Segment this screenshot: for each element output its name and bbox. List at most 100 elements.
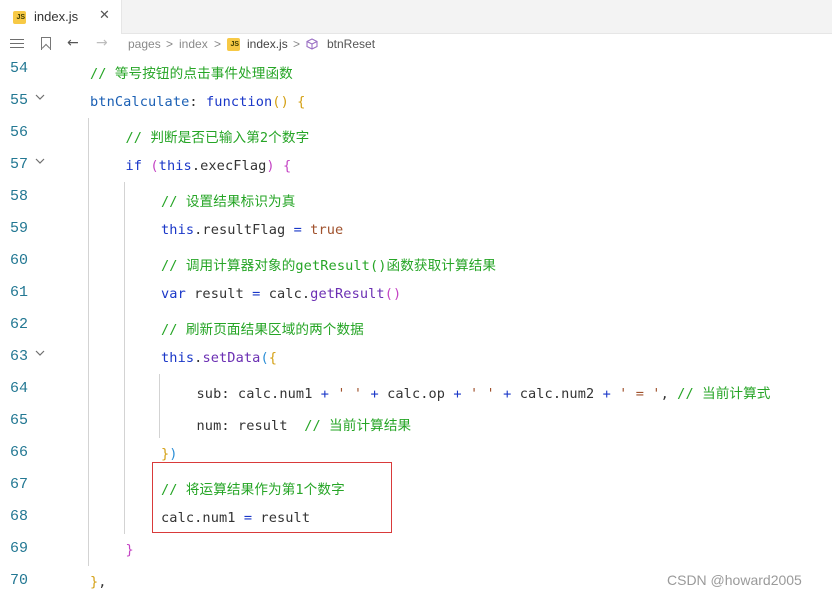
code-token: function — [206, 94, 273, 110]
indent-guide — [88, 406, 89, 438]
code-token: btnCalculate — [90, 94, 190, 110]
indent-guide — [123, 438, 125, 470]
code-line[interactable]: 59 this.resultFlag = true — [0, 214, 832, 246]
code-line[interactable]: 58 // 设置结果标识为真 — [0, 182, 832, 214]
indent-guide — [123, 182, 125, 214]
code-token: sub: calc.num1 — [196, 386, 321, 402]
tab-label: index.js — [34, 9, 79, 24]
breadcrumb-method[interactable]: btnReset — [327, 36, 375, 52]
code-token: { — [268, 350, 278, 366]
code-text: } — [126, 542, 134, 558]
indent-guide — [123, 342, 125, 374]
code-token: ( — [260, 350, 269, 366]
code-comment: // 判断是否已输入第2个数字 — [125, 130, 310, 146]
code-line[interactable]: 67// 将运算结果作为第1个数字 — [0, 470, 832, 502]
code-token: var — [161, 286, 186, 302]
fold-chevron-icon[interactable] — [34, 347, 46, 359]
bookmark-icon[interactable] — [41, 37, 51, 50]
code-token: if — [125, 158, 143, 174]
code-comment: // 调用计算器对象的getResult()函数获取计算结果 — [161, 258, 497, 274]
breadcrumb-pages[interactable]: pages — [128, 36, 161, 52]
indent-guide — [123, 278, 125, 310]
tab-index-js[interactable]: JS index.js ✕ — [0, 0, 122, 34]
code-line[interactable]: 66}) — [0, 438, 832, 470]
code-text: // 刷新页面结果区域的两个数据 — [161, 318, 364, 338]
line-number: 63 — [9, 348, 28, 365]
breadcrumb-file[interactable]: index.js — [247, 36, 288, 52]
annotation-highlight-box — [152, 462, 392, 533]
code-token: ) — [169, 446, 178, 462]
code-line[interactable]: 62 // 刷新页面结果区域的两个数据 — [0, 310, 832, 342]
code-token: { — [282, 158, 292, 174]
code-line[interactable]: 64 sub: calc.num1 + ' ' + calc.op + ' ' +… — [0, 374, 832, 406]
close-icon[interactable]: ✕ — [99, 8, 110, 23]
javascript-file-icon: JS — [13, 11, 26, 24]
breadcrumb-index[interactable]: index — [179, 36, 208, 52]
indent-guide — [88, 502, 89, 534]
indent-guide — [123, 406, 125, 438]
code-token: this — [161, 350, 195, 366]
code-line[interactable]: 55 btnCalculate: function() { — [0, 86, 832, 118]
code-token: getResult — [310, 286, 385, 302]
code-text: // 调用计算器对象的getResult()函数获取计算结果 — [161, 254, 496, 274]
code-token: , — [660, 386, 678, 402]
code-token: calc. — [260, 286, 311, 302]
code-token: () — [384, 286, 402, 302]
code-comment: // 当前计算式 — [677, 386, 771, 402]
forward-arrow-icon[interactable]: → — [96, 35, 108, 51]
line-number: 64 — [9, 380, 28, 397]
indent-guide — [88, 310, 89, 342]
code-line[interactable]: 61 var result = calc.getResult() — [0, 278, 832, 310]
indent-guide — [88, 438, 89, 470]
code-token: + — [370, 386, 379, 402]
indent-guide — [88, 246, 89, 278]
indent-guide — [88, 278, 89, 310]
code-token: ' = ' — [619, 386, 661, 402]
code-line[interactable]: 68 calc.num1 = result — [0, 502, 832, 534]
indent-guide — [159, 374, 160, 406]
code-token: ' ' — [337, 386, 363, 402]
code-line[interactable]: 54 // 等号按钮的点击事件处理函数 — [0, 54, 832, 86]
code-line[interactable]: 57 if (this.execFlag) { — [0, 150, 832, 182]
code-text: this.setData({ — [161, 350, 277, 366]
code-line[interactable]: 60 // 调用计算器对象的getResult()函数获取计算结果 — [0, 246, 832, 278]
outline-menu-icon[interactable] — [10, 39, 24, 49]
code-token: this — [158, 158, 192, 174]
line-number: 68 — [9, 508, 28, 525]
method-cube-icon — [306, 38, 318, 50]
fold-chevron-icon[interactable] — [34, 91, 46, 103]
code-text: btnCalculate: function() { — [90, 94, 305, 110]
back-arrow-icon[interactable]: ← — [67, 35, 79, 51]
code-token: .resultFlag — [194, 222, 294, 238]
code-text: // 判断是否已输入第2个数字 — [126, 126, 310, 146]
code-editor[interactable]: 54 // 等号按钮的点击事件处理函数 55 btnCalculate: functi… — [0, 54, 832, 597]
code-line[interactable]: 65 num: result // 当前计算结果 — [0, 406, 832, 438]
line-number: 70 — [9, 572, 28, 589]
breadcrumb-bar: ← → pages > index > JS index.js > btnRes… — [0, 34, 832, 54]
indent-guide — [88, 534, 89, 566]
line-number: 59 — [9, 220, 28, 237]
code-line[interactable]: 69} — [0, 534, 832, 566]
code-comment: // 当前计算结果 — [304, 418, 412, 434]
code-text: // 等号按钮的点击事件处理函数 — [90, 62, 293, 82]
indent-guide — [88, 470, 89, 502]
indent-guide — [123, 374, 125, 406]
code-line[interactable]: 56 // 判断是否已输入第2个数字 — [0, 118, 832, 150]
indent-guide — [123, 310, 125, 342]
code-token: () — [272, 94, 289, 110]
line-number: 58 — [9, 188, 28, 205]
line-number: 69 — [9, 540, 28, 557]
fold-chevron-icon[interactable] — [34, 155, 46, 167]
code-token: ) — [266, 158, 275, 174]
code-text: num: result // 当前计算结果 — [197, 414, 412, 434]
code-token: calc.num2 — [511, 386, 603, 402]
breadcrumb-separator: > — [214, 37, 222, 51]
code-token: { — [297, 94, 306, 110]
code-line[interactable]: 63 this.setData({ — [0, 342, 832, 374]
indent-guide — [123, 470, 125, 502]
code-token: execFlag — [200, 158, 267, 174]
indent-guide — [88, 150, 89, 182]
